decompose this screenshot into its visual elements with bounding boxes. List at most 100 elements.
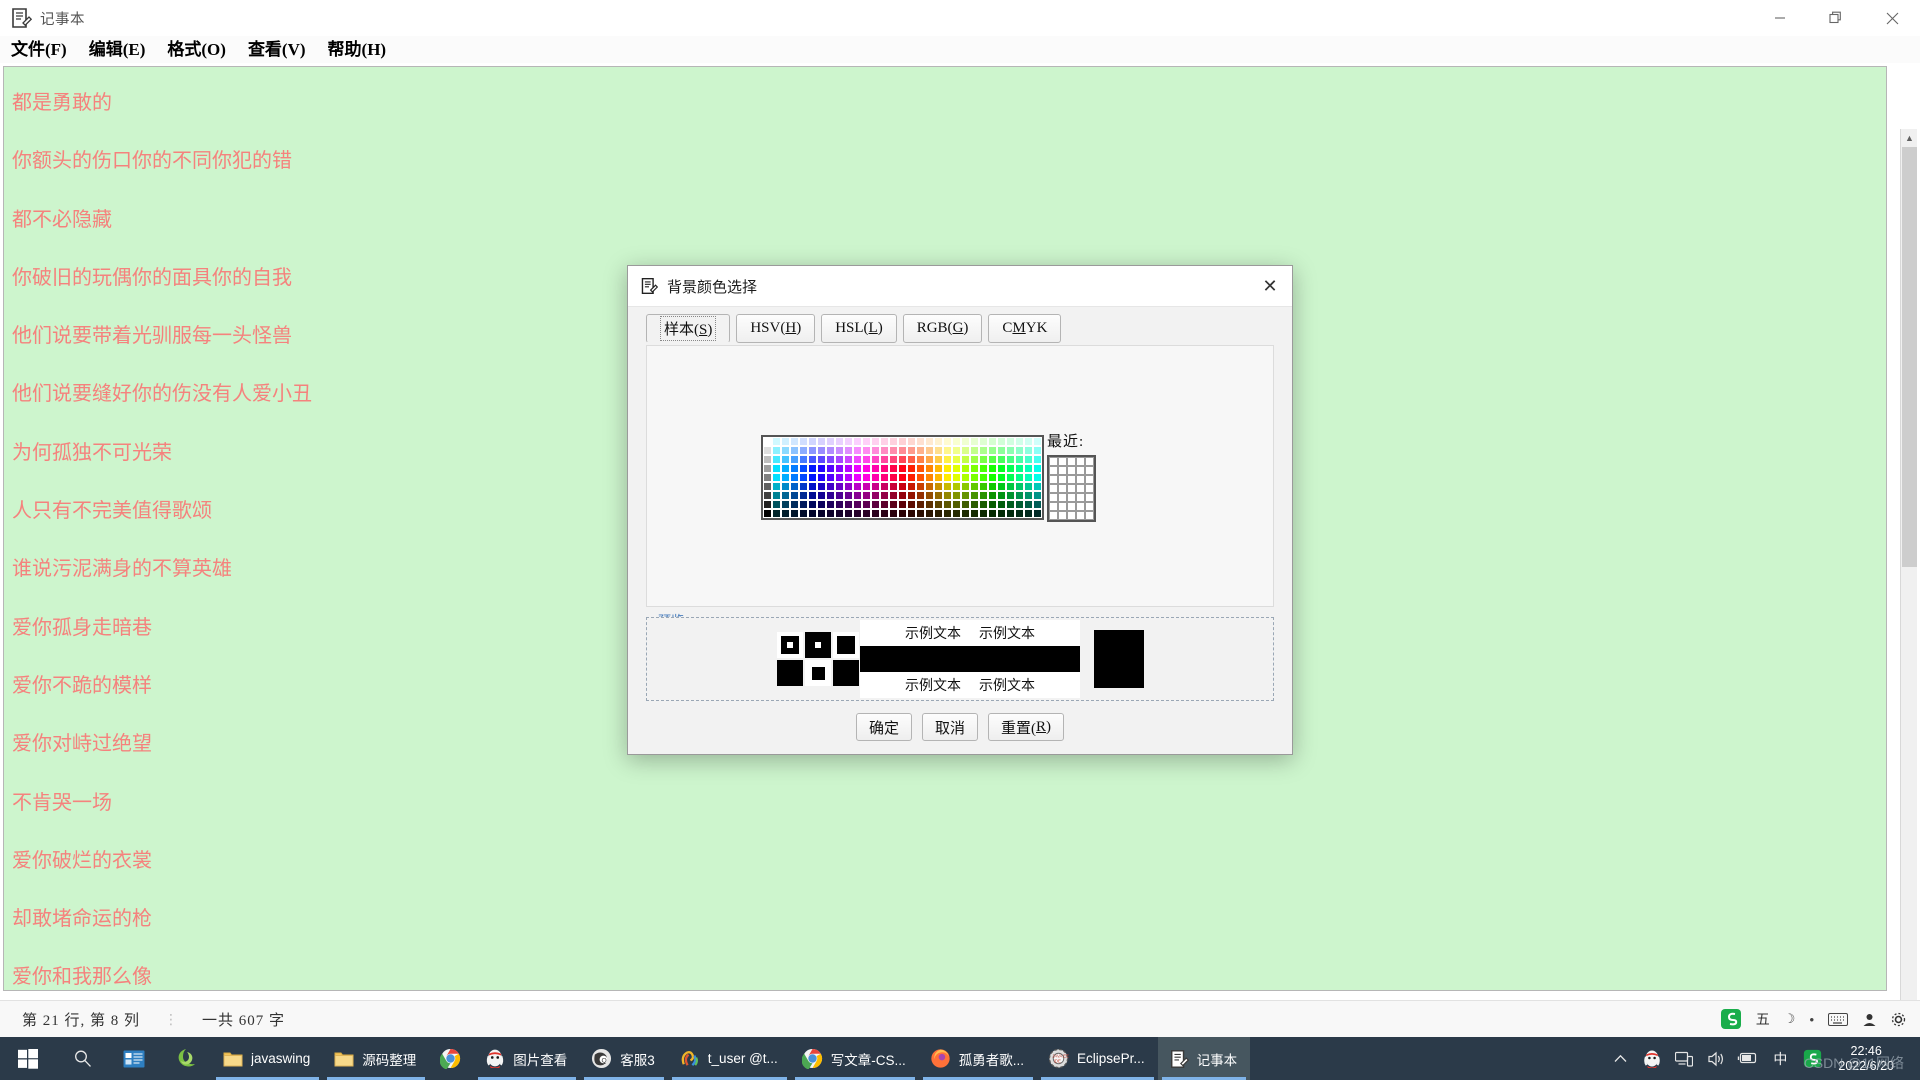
color-swatch[interactable] <box>1015 500 1024 509</box>
color-swatch[interactable] <box>763 500 772 509</box>
color-swatch[interactable] <box>961 437 970 446</box>
color-swatch[interactable] <box>790 473 799 482</box>
recent-swatch[interactable] <box>1067 475 1076 484</box>
search-icon[interactable] <box>56 1037 108 1080</box>
recent-swatch[interactable] <box>1076 457 1085 466</box>
color-swatch[interactable] <box>844 500 853 509</box>
taskbar-item[interactable]: 源码整理 <box>323 1037 429 1080</box>
color-swatch[interactable] <box>772 446 781 455</box>
color-swatch[interactable] <box>925 464 934 473</box>
color-swatch[interactable] <box>826 437 835 446</box>
color-swatch[interactable] <box>1015 482 1024 491</box>
color-swatch[interactable] <box>889 473 898 482</box>
color-swatch[interactable] <box>1015 464 1024 473</box>
color-swatch[interactable] <box>979 500 988 509</box>
color-swatch[interactable] <box>1024 509 1033 518</box>
taskbar-item[interactable]: 图片查看 <box>474 1037 580 1080</box>
color-swatch[interactable] <box>763 509 772 518</box>
dialog-close-button[interactable]: ✕ <box>1248 266 1292 307</box>
color-swatch[interactable] <box>1033 491 1042 500</box>
color-swatch[interactable] <box>907 455 916 464</box>
color-swatch[interactable] <box>844 473 853 482</box>
color-swatch[interactable] <box>862 509 871 518</box>
color-swatch[interactable] <box>943 491 952 500</box>
minimize-button[interactable] <box>1752 0 1808 36</box>
color-swatch[interactable] <box>826 446 835 455</box>
color-swatch[interactable] <box>943 473 952 482</box>
color-swatch[interactable] <box>1006 464 1015 473</box>
color-swatch[interactable] <box>862 455 871 464</box>
color-swatch[interactable] <box>790 482 799 491</box>
recent-swatch[interactable] <box>1085 457 1094 466</box>
color-swatch[interactable] <box>916 437 925 446</box>
color-swatch[interactable] <box>1015 455 1024 464</box>
color-swatch[interactable] <box>835 437 844 446</box>
color-swatch[interactable] <box>763 491 772 500</box>
color-swatch[interactable] <box>817 482 826 491</box>
sogou-icon[interactable] <box>1720 1008 1742 1030</box>
recent-swatch[interactable] <box>1067 493 1076 502</box>
color-swatch[interactable] <box>889 491 898 500</box>
color-swatch[interactable] <box>853 500 862 509</box>
color-swatch[interactable] <box>862 500 871 509</box>
reset-button[interactable]: 重置(R) <box>988 713 1065 741</box>
color-swatch[interactable] <box>808 455 817 464</box>
color-swatch[interactable] <box>1024 437 1033 446</box>
recent-swatch[interactable] <box>1058 466 1067 475</box>
color-swatch[interactable] <box>1033 482 1042 491</box>
chevron-up-icon[interactable] <box>1604 1037 1636 1080</box>
color-swatch[interactable] <box>952 455 961 464</box>
color-swatch[interactable] <box>790 509 799 518</box>
color-swatch[interactable] <box>997 455 1006 464</box>
color-swatch[interactable] <box>907 464 916 473</box>
color-swatch[interactable] <box>790 500 799 509</box>
color-swatch[interactable] <box>988 491 997 500</box>
color-swatch[interactable] <box>988 455 997 464</box>
color-swatch[interactable] <box>808 464 817 473</box>
color-swatch[interactable] <box>916 500 925 509</box>
color-swatch[interactable] <box>862 446 871 455</box>
recent-swatch[interactable] <box>1085 493 1094 502</box>
color-swatch[interactable] <box>880 455 889 464</box>
color-swatch[interactable] <box>979 482 988 491</box>
start-button[interactable] <box>0 1037 56 1080</box>
color-swatch[interactable] <box>1015 446 1024 455</box>
color-swatch[interactable] <box>871 437 880 446</box>
ime-cn-icon[interactable]: 中 <box>1764 1037 1796 1080</box>
color-swatch[interactable] <box>916 464 925 473</box>
color-swatch[interactable] <box>808 437 817 446</box>
color-swatch[interactable] <box>925 437 934 446</box>
tab-rgbg[interactable]: RGB(G) <box>902 314 983 343</box>
color-swatch[interactable] <box>790 491 799 500</box>
color-swatch[interactable] <box>1024 473 1033 482</box>
color-swatch[interactable] <box>1006 446 1015 455</box>
color-swatch[interactable] <box>970 473 979 482</box>
color-swatch[interactable] <box>835 446 844 455</box>
recent-swatch[interactable] <box>1085 511 1094 520</box>
color-swatch[interactable] <box>1006 491 1015 500</box>
color-swatch[interactable] <box>781 500 790 509</box>
color-swatch[interactable] <box>970 509 979 518</box>
color-swatch[interactable] <box>772 473 781 482</box>
ok-button[interactable]: 确定 <box>855 713 912 741</box>
color-swatch[interactable] <box>1024 482 1033 491</box>
color-swatch[interactable] <box>889 455 898 464</box>
color-swatch[interactable] <box>1024 491 1033 500</box>
color-swatch[interactable] <box>898 455 907 464</box>
color-swatch[interactable] <box>961 491 970 500</box>
color-swatch[interactable] <box>988 473 997 482</box>
recent-swatch[interactable] <box>1049 466 1058 475</box>
color-swatch[interactable] <box>997 509 1006 518</box>
color-swatch[interactable] <box>952 482 961 491</box>
color-swatch[interactable] <box>916 509 925 518</box>
color-swatch[interactable] <box>970 464 979 473</box>
color-swatch[interactable] <box>799 437 808 446</box>
close-button[interactable] <box>1864 0 1920 36</box>
color-swatch[interactable] <box>1033 473 1042 482</box>
color-swatch[interactable] <box>970 500 979 509</box>
color-swatch[interactable] <box>988 437 997 446</box>
color-swatch[interactable] <box>988 509 997 518</box>
menu-format[interactable]: 格式(O) <box>156 36 237 63</box>
color-swatch[interactable] <box>961 482 970 491</box>
color-swatch[interactable] <box>907 437 916 446</box>
